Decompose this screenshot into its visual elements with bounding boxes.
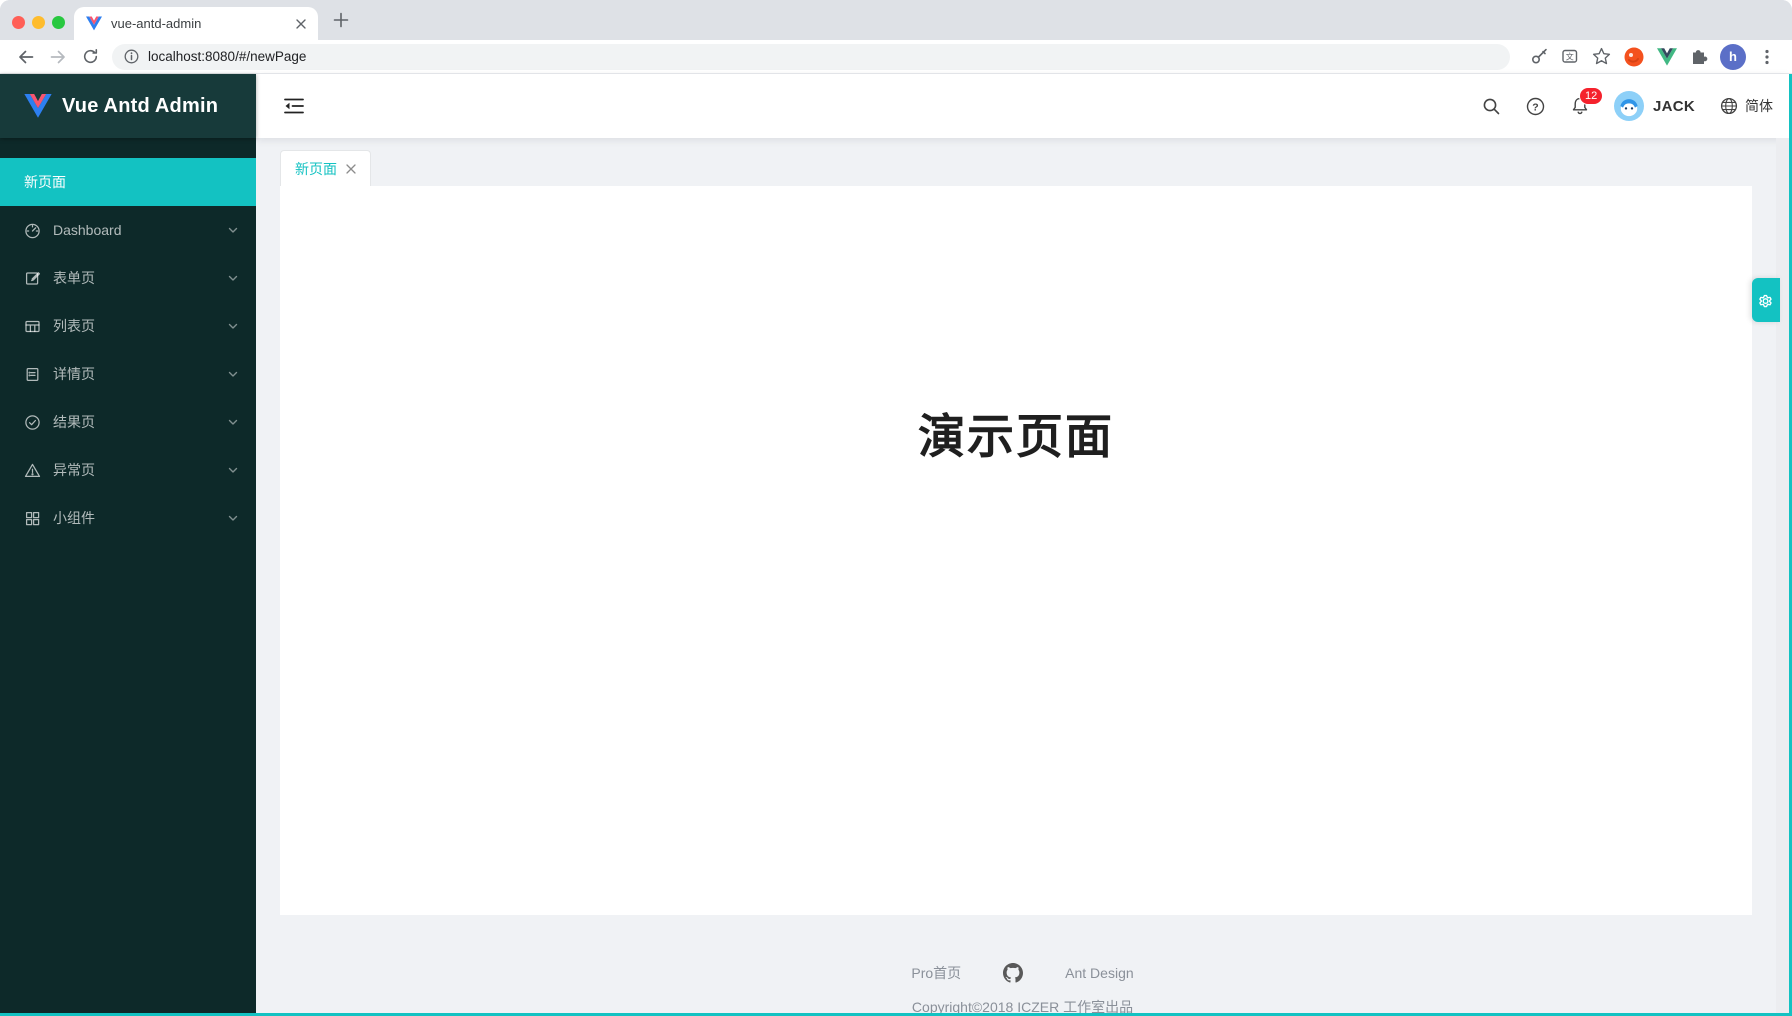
language-selector[interactable]: 简体 — [1719, 96, 1773, 116]
sidebar-item-new-page[interactable]: 新页面 — [0, 158, 256, 206]
bookmark-star-icon[interactable] — [1592, 47, 1611, 66]
warning-icon — [24, 462, 41, 479]
vue-devtools-icon[interactable] — [1657, 48, 1677, 66]
globe-icon — [1719, 96, 1739, 116]
page-tab-label: 新页面 — [295, 159, 337, 179]
table-icon — [24, 318, 41, 335]
menu-fold-icon[interactable] — [282, 94, 306, 118]
minimize-window-button[interactable] — [32, 16, 45, 29]
chevron-down-icon — [226, 511, 240, 525]
back-icon[interactable] — [10, 43, 42, 71]
sidebar-item-list-page[interactable]: 列表页 — [0, 302, 256, 350]
address-bar[interactable]: localhost:8080/#/newPage — [112, 44, 1510, 70]
footer: Pro首页 Ant Design Copyright©2018 ICZER 工作… — [256, 915, 1789, 1013]
chevron-down-icon — [226, 319, 240, 333]
new-tab-button[interactable] — [332, 11, 350, 29]
app-header: ? 12 JACK 简体 — [256, 74, 1789, 138]
chevron-down-icon — [226, 367, 240, 381]
browser-window: vue-antd-admin localhost:8080/#/newPage — [0, 0, 1792, 1016]
page-tab-active[interactable]: 新页面 — [280, 150, 371, 186]
content-card: 演示页面 — [280, 186, 1752, 915]
browser-toolbar: localhost:8080/#/newPage 文 h — [0, 40, 1792, 74]
chevron-down-icon — [226, 271, 240, 285]
browser-tab-title: vue-antd-admin — [111, 16, 296, 31]
tab-close-icon[interactable] — [296, 19, 306, 29]
main-region: 新页面 演示页面 Pro首页 Ant Design Copyright©201 — [256, 138, 1789, 1013]
search-icon[interactable] — [1482, 96, 1502, 116]
profile-icon — [24, 366, 41, 383]
browser-tabstrip: vue-antd-admin — [0, 0, 1792, 40]
extensions-puzzle-icon[interactable] — [1689, 47, 1708, 66]
zoom-window-button[interactable] — [52, 16, 65, 29]
vue-favicon — [86, 16, 102, 31]
sidebar-menu: 新页面 Dashboard 表单页 — [0, 158, 256, 542]
browser-tab[interactable]: vue-antd-admin — [74, 7, 318, 40]
chevron-down-icon — [226, 463, 240, 477]
user-avatar — [1614, 91, 1644, 121]
page-tab-close-icon[interactable] — [346, 164, 356, 174]
sidebar-item-result-page[interactable]: 结果页 — [0, 398, 256, 446]
app-title: Vue Antd Admin — [62, 95, 218, 118]
reload-icon[interactable] — [74, 43, 106, 71]
github-icon[interactable] — [1003, 963, 1023, 983]
page-scrollbar[interactable] — [1776, 138, 1789, 1013]
page-tabbar: 新页面 — [256, 138, 1789, 186]
gear-icon — [1757, 291, 1776, 310]
sidebar-item-exception-page[interactable]: 异常页 — [0, 446, 256, 494]
app-logo[interactable]: Vue Antd Admin — [0, 74, 256, 138]
url-text: localhost:8080/#/newPage — [148, 49, 306, 64]
chevron-down-icon — [226, 223, 240, 237]
browser-menu-icon[interactable] — [1758, 48, 1776, 66]
notification-bell-icon[interactable]: 12 — [1570, 96, 1590, 116]
info-icon[interactable] — [124, 49, 139, 64]
browser-profile-avatar[interactable]: h — [1720, 44, 1746, 70]
traffic-lights — [12, 16, 65, 29]
form-icon — [24, 270, 41, 287]
check-circle-icon — [24, 414, 41, 431]
sidebar-item-dashboard[interactable]: Dashboard — [0, 206, 256, 254]
appstore-icon — [24, 510, 41, 527]
copyright: Copyright©2018 ICZER 工作室出品 — [256, 997, 1789, 1013]
sidebar: Vue Antd Admin 新页面 Dashboard — [0, 74, 256, 1013]
forward-icon[interactable] — [42, 43, 74, 71]
sidebar-item-detail-page[interactable]: 详情页 — [0, 350, 256, 398]
user-menu[interactable]: JACK — [1614, 91, 1695, 121]
vue-logo-icon — [24, 94, 52, 118]
sidebar-item-widgets[interactable]: 小组件 — [0, 494, 256, 542]
footer-link-antd[interactable]: Ant Design — [1065, 965, 1133, 981]
language-label: 简体 — [1745, 96, 1773, 116]
settings-drawer-button[interactable] — [1752, 278, 1780, 322]
demo-page-title: 演示页面 — [280, 186, 1752, 467]
extension-orange-icon[interactable] — [1623, 46, 1645, 68]
help-icon[interactable]: ? — [1526, 96, 1546, 116]
sidebar-item-form-page[interactable]: 表单页 — [0, 254, 256, 302]
close-window-button[interactable] — [12, 16, 25, 29]
dashboard-icon — [24, 222, 41, 239]
admin-app: Vue Antd Admin 新页面 Dashboard — [0, 74, 1792, 1016]
chevron-down-icon — [226, 415, 240, 429]
password-key-icon[interactable] — [1530, 47, 1549, 66]
svg-text:?: ? — [1533, 101, 1539, 113]
footer-link-pro[interactable]: Pro首页 — [911, 963, 961, 983]
username: JACK — [1653, 98, 1695, 115]
svg-text:文: 文 — [1566, 52, 1574, 62]
notification-badge: 12 — [1580, 88, 1602, 104]
translate-icon[interactable]: 文 — [1561, 47, 1580, 66]
